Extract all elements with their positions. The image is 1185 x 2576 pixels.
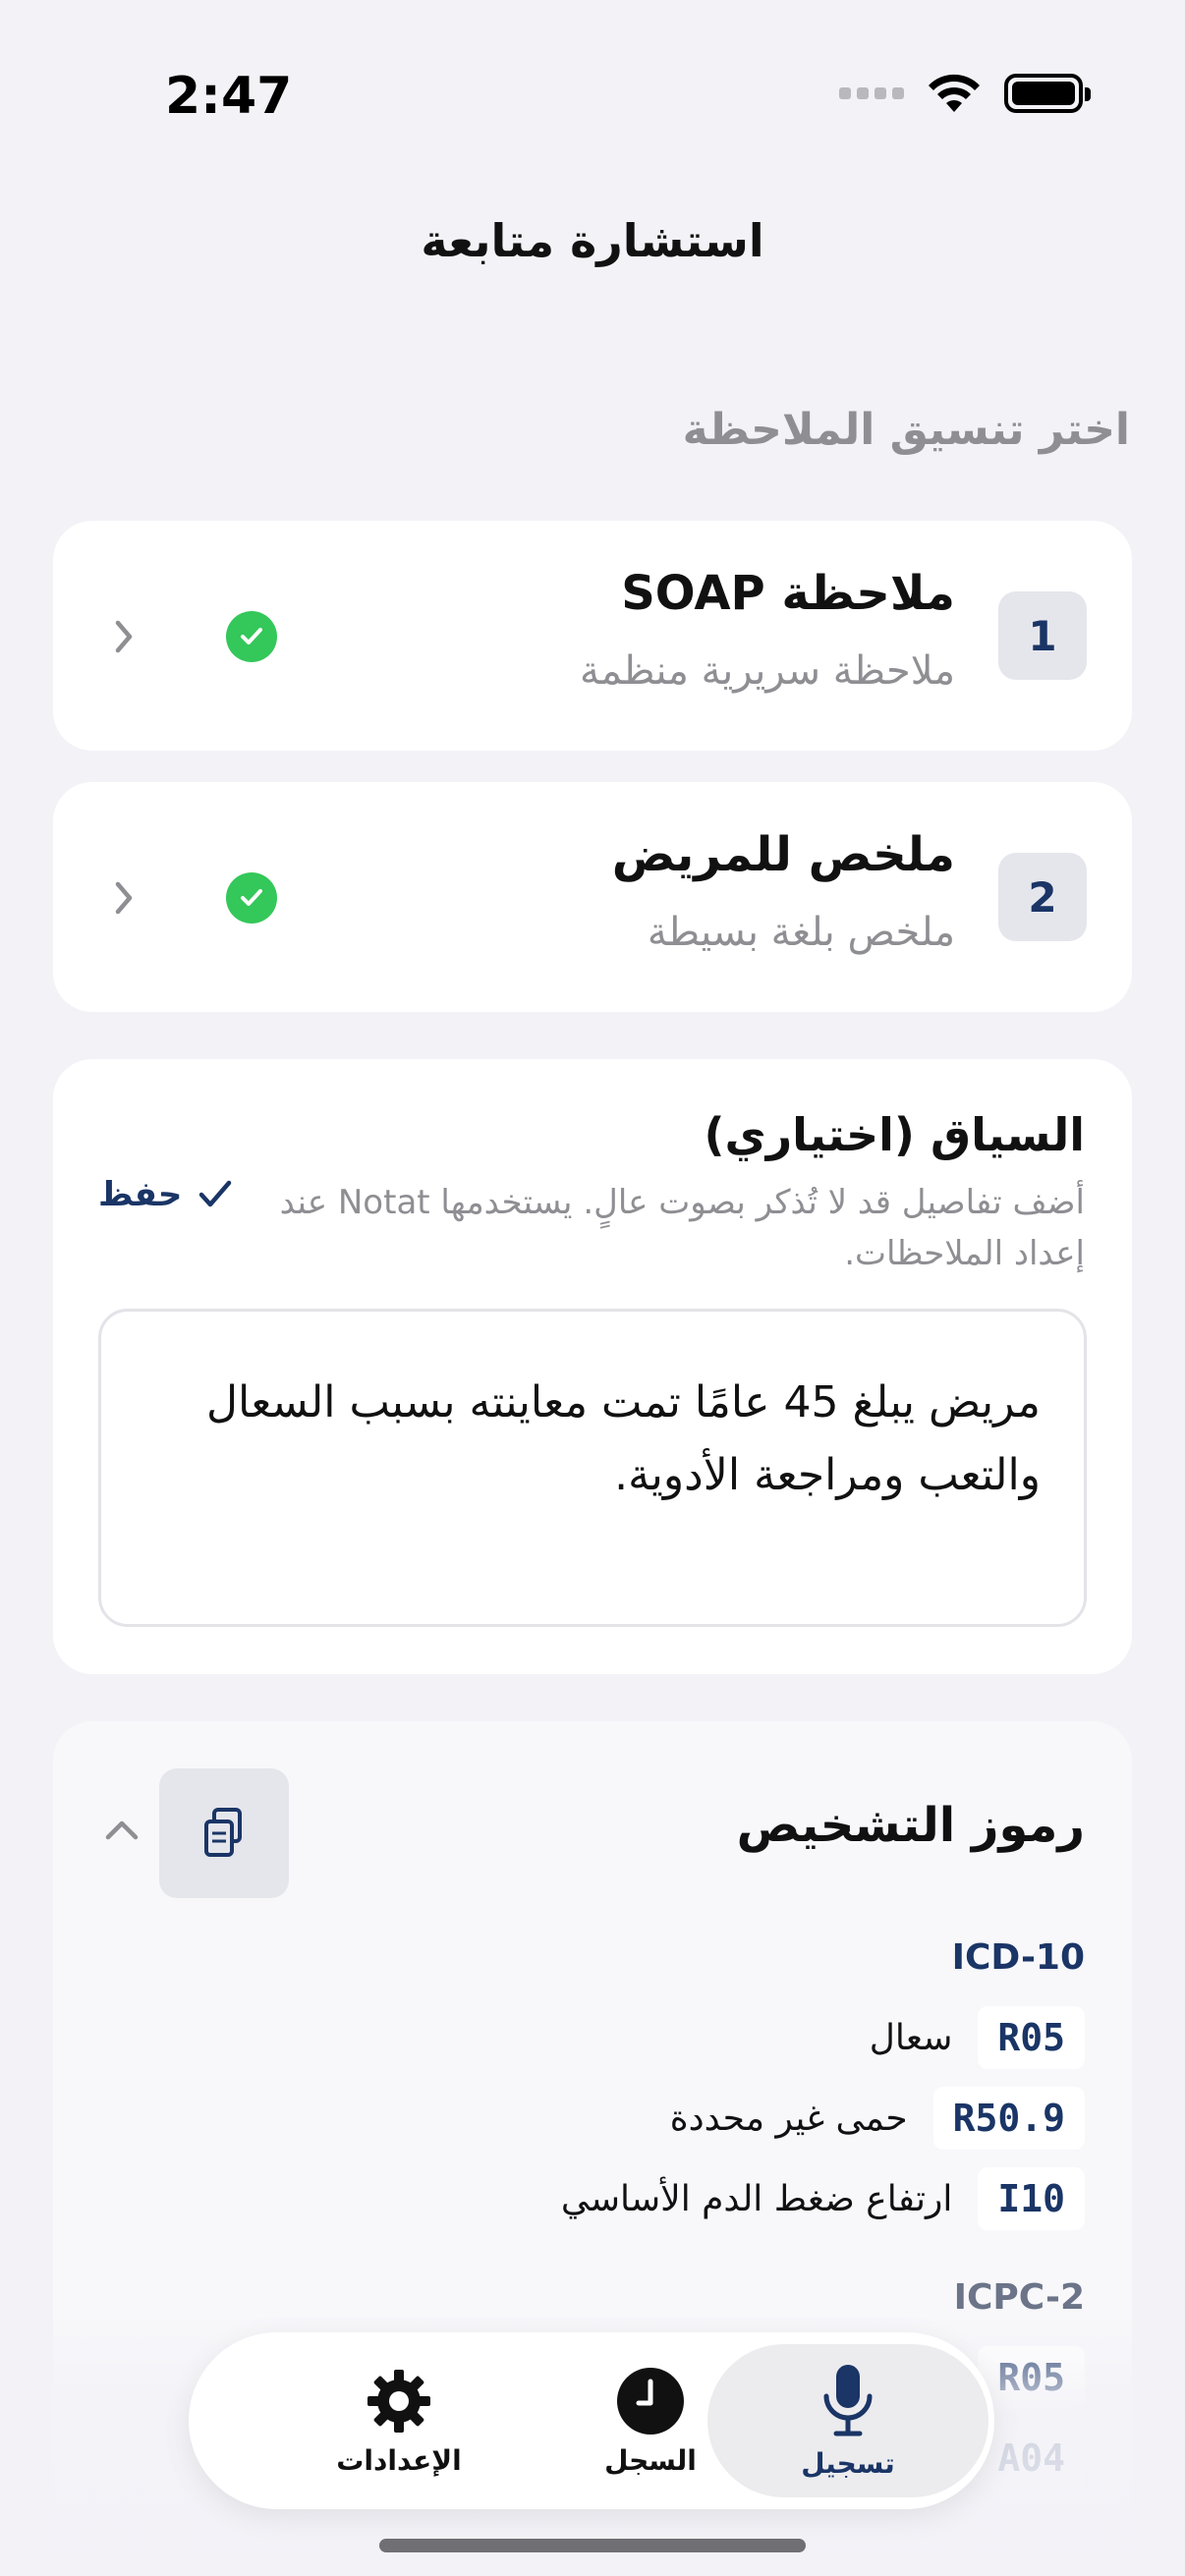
- code-chip: A04: [978, 2427, 1085, 2490]
- code-chip: R05: [978, 2006, 1085, 2069]
- status-icons: [839, 73, 1091, 114]
- status-time: 2:47: [165, 67, 293, 126]
- context-card: السياق (اختياري) أضف تفاصيل قد لا تُذكر …: [53, 1059, 1132, 1674]
- tab-settings[interactable]: الإعدادات: [271, 2332, 527, 2509]
- check-circle-icon: [226, 872, 277, 924]
- code-system-label: ICD-10: [951, 1937, 1085, 1978]
- code-chip: R05: [978, 2346, 1085, 2409]
- format-subtitle: ملخص بلغة بسيطة: [647, 910, 955, 955]
- gear-icon: [367, 2369, 430, 2433]
- context-description: أضف تفاصيل قد لا تُذكر بصوت عالٍ. يستخدم…: [279, 1183, 1085, 1273]
- code-row[interactable]: R05 سعال: [870, 2006, 1085, 2069]
- code-system-label: ICPC-2: [953, 2277, 1085, 2318]
- copy-icon: [204, 1808, 242, 1857]
- home-indicator: [379, 2539, 806, 2552]
- page-title: استشارة متابعة: [421, 214, 764, 267]
- context-title: السياق (اختياري): [704, 1108, 1085, 1161]
- tab-record[interactable]: تسجيل: [707, 2344, 988, 2497]
- cellular-signal-icon: [839, 87, 904, 99]
- tab-label: الإعدادات: [336, 2443, 462, 2477]
- check-circle-icon: [226, 611, 277, 662]
- wifi-icon: [929, 74, 980, 112]
- screen: 2:47 استشارة متابعة اختر تنسيق الملاحظة …: [0, 0, 1185, 2576]
- chevron-up-icon[interactable]: [102, 1812, 141, 1851]
- code-description: حمى غير محددة: [669, 2098, 908, 2139]
- checkmark-icon: [199, 1180, 232, 1207]
- save-context-button[interactable]: حفظ: [98, 1175, 235, 1214]
- code-row[interactable]: R50.9 حمى غير محددة: [670, 2087, 1085, 2150]
- copy-codes-button[interactable]: [159, 1768, 289, 1898]
- context-text-area[interactable]: مريض يبلغ 45 عامًا تمت معاينته بسبب السع…: [98, 1309, 1087, 1627]
- save-label: حفظ: [98, 1175, 183, 1214]
- format-number-badge: 2: [998, 853, 1087, 941]
- code-description: ارتفاع ضغط الدم الأساسي: [560, 2178, 953, 2219]
- chevron-left-icon[interactable]: [104, 617, 140, 660]
- clock-icon: [617, 2367, 684, 2435]
- format-title: ملاحظة SOAP: [621, 566, 955, 621]
- code-row[interactable]: R05: [978, 2346, 1085, 2409]
- format-section-header: اختر تنسيق الملاحظة: [682, 405, 1130, 455]
- format-card-soap[interactable]: 1 ملاحظة SOAP ملاحظة سريرية منظمة: [53, 521, 1132, 751]
- tab-label: السجل: [604, 2443, 697, 2477]
- tab-label: تسجيل: [801, 2446, 895, 2480]
- tab-bar: الإعدادات السجل تسجيل: [189, 2332, 994, 2509]
- format-title: ملخص للمريض: [611, 827, 955, 882]
- code-row[interactable]: A04: [978, 2427, 1085, 2490]
- battery-icon: [1004, 74, 1091, 113]
- chevron-left-icon[interactable]: [104, 878, 140, 922]
- code-row[interactable]: I10 ارتفاع ضغط الدم الأساسي: [561, 2167, 1085, 2230]
- format-number-badge: 1: [998, 591, 1087, 680]
- format-card-patient-summary[interactable]: 2 ملخص للمريض ملخص بلغة بسيطة: [53, 782, 1132, 1012]
- microphone-icon: [823, 2364, 873, 2436]
- code-description: سعال: [869, 2017, 953, 2058]
- context-text: مريض يبلغ 45 عامًا تمت معاينته بسبب السع…: [206, 1377, 1041, 1500]
- code-chip: I10: [978, 2167, 1085, 2230]
- format-subtitle: ملاحظة سريرية منظمة: [580, 648, 955, 694]
- code-chip: R50.9: [932, 2087, 1085, 2150]
- diagnosis-title: رموز التشخيص: [736, 1798, 1085, 1853]
